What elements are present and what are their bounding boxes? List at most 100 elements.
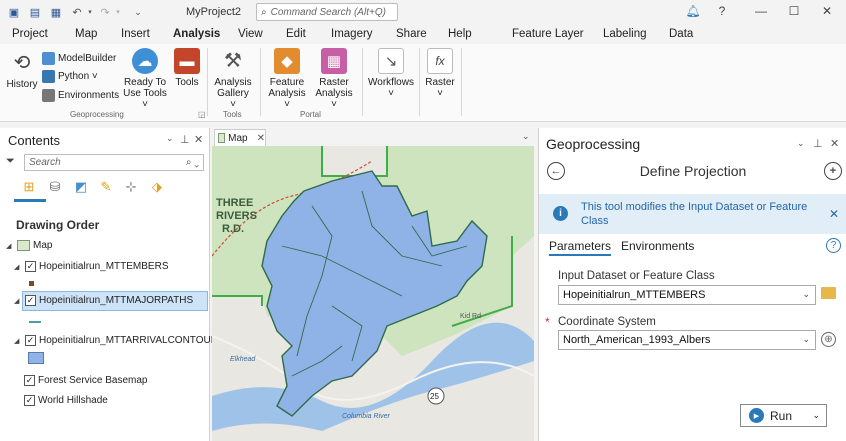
list-by-snapping-icon[interactable]: ⊹: [122, 179, 140, 195]
modelbuilder-button[interactable]: ModelBuilder: [42, 52, 116, 65]
close-tab-icon[interactable]: ✕: [257, 133, 265, 144]
open-project-icon[interactable]: ▤: [27, 4, 43, 20]
visibility-checkbox[interactable]: ✓: [24, 375, 35, 386]
collapse-icon[interactable]: ◢: [14, 263, 22, 271]
close-pane-icon[interactable]: ✕: [830, 137, 839, 150]
layer-item[interactable]: ✓ Forest Service Basemap: [24, 375, 148, 386]
notification-icon[interactable]: 🔔︎: [683, 4, 703, 18]
list-by-data-source-icon[interactable]: ⛁: [46, 179, 64, 195]
layer-item[interactable]: ◢ ✓ Hopeinitialrun_MTTARRIVALCONTOUR: [14, 335, 218, 346]
python-button[interactable]: Python ˅: [42, 70, 98, 83]
area-label: RIVERS: [216, 210, 257, 222]
tab-map[interactable]: Map: [75, 28, 97, 40]
map-label: Map: [33, 240, 53, 251]
python-icon: [42, 70, 55, 83]
layer-item[interactable]: ◢ ✓ Hopeinitialrun_MTTEMBERS: [14, 261, 169, 272]
chevron-down-icon[interactable]: ⌄: [802, 289, 810, 300]
list-by-labeling-icon[interactable]: ⬗: [148, 179, 166, 195]
tab-data[interactable]: Data: [669, 28, 693, 40]
dismiss-info-icon[interactable]: ✕: [829, 207, 839, 221]
minimize-button[interactable]: —: [751, 4, 771, 18]
list-by-editing-icon[interactable]: ✎: [97, 179, 115, 195]
tools-button[interactable]: ▬ Tools: [172, 48, 202, 88]
folder-icon[interactable]: [821, 287, 836, 299]
raster-analysis-icon: ▦: [321, 48, 347, 74]
tab-labeling[interactable]: Labeling: [603, 28, 646, 40]
feature-analysis-label-1: Feature: [269, 77, 305, 88]
run-button[interactable]: ▶ Run ⌄: [740, 404, 827, 427]
ready-to-use-tools-button[interactable]: ☁ Ready To Use Tools ˅: [120, 48, 170, 110]
help-icon[interactable]: ?: [712, 4, 732, 18]
map-icon: [218, 133, 226, 143]
maximize-button[interactable]: ☐: [784, 4, 804, 18]
analysis-gallery-button[interactable]: ⚒ Analysis Gallery ˅: [213, 48, 253, 111]
pin-icon[interactable]: ⊥: [813, 137, 823, 150]
modelbuilder-label: ModelBuilder: [58, 53, 117, 64]
list-by-selection-icon[interactable]: ◩: [72, 179, 90, 195]
close-pane-icon[interactable]: ✕: [194, 133, 203, 146]
tab-project[interactable]: Project: [12, 28, 48, 40]
environments-button[interactable]: Environments: [42, 89, 119, 102]
collapse-icon[interactable]: ◢: [14, 297, 22, 305]
visibility-checkbox[interactable]: ✓: [25, 295, 36, 306]
feature-analysis-button[interactable]: ◆ Feature Analysis ˅: [265, 48, 309, 110]
tab-view[interactable]: View: [238, 28, 263, 40]
list-by-drawing-order-icon[interactable]: ⊞: [20, 179, 38, 195]
globe-icon[interactable]: ⊕: [821, 332, 836, 347]
help-icon[interactable]: ?: [826, 238, 841, 253]
layer-item[interactable]: ✓ World Hillshade: [24, 395, 108, 406]
collapse-icon[interactable]: ◢: [6, 242, 14, 250]
save-icon[interactable]: ▦: [48, 4, 64, 20]
visibility-checkbox[interactable]: ✓: [24, 395, 35, 406]
tab-imagery[interactable]: Imagery: [331, 28, 373, 40]
tab-help[interactable]: Help: [448, 28, 472, 40]
pane-options-icon[interactable]: ⌄: [166, 133, 174, 144]
tab-edit[interactable]: Edit: [286, 28, 306, 40]
customize-toolbar-icon[interactable]: ⌄: [130, 4, 146, 20]
add-button[interactable]: +: [824, 162, 842, 180]
raster-analysis-button[interactable]: ▦ Raster Analysis ˅: [312, 48, 356, 110]
workflows-button[interactable]: ↘ Workflows ˅: [366, 48, 416, 99]
input-dataset-field[interactable]: Hopeinitialrun_MTTEMBERS ⌄: [558, 285, 816, 305]
chevron-down-icon[interactable]: ⌄: [812, 410, 820, 421]
chevron-down-icon[interactable]: ⌄: [802, 334, 810, 345]
map-canvas[interactable]: THREE RIVERS R.D. Kid Rd Columbia River …: [212, 146, 534, 441]
cloud-icon: ☁: [132, 48, 158, 74]
tab-list-icon[interactable]: ⌄: [522, 131, 530, 142]
filter-icon[interactable]: ⏷: [6, 155, 15, 168]
tab-share[interactable]: Share: [396, 28, 427, 40]
info-icon: i: [553, 206, 568, 221]
dialog-launcher-icon[interactable]: ◲: [198, 110, 206, 119]
contents-search-input[interactable]: Search ⌕ ⌄: [24, 154, 204, 171]
close-window-button[interactable]: ✕: [817, 4, 837, 18]
new-project-icon[interactable]: ▣: [6, 4, 22, 20]
contents-title: Contents: [8, 133, 61, 148]
analysis-gallery-label-2: Gallery ˅: [217, 88, 249, 110]
visibility-checkbox[interactable]: ✓: [25, 335, 36, 346]
geoprocessing-pane: Geoprocessing ⌄ ⊥ ✕ ← Define Projection …: [538, 128, 846, 441]
tab-environments[interactable]: Environments: [621, 239, 694, 253]
redo-dropdown-icon[interactable]: ▾: [110, 4, 126, 20]
contents-pane: Contents ⌄ ⊥ ✕ ⏷ Search ⌕ ⌄ ⊞ ⛁ ◩ ✎ ⊹ ⬗ …: [0, 128, 218, 441]
collapse-icon[interactable]: ◢: [14, 337, 22, 345]
ready-to-use-label-2: Use Tools ˅: [123, 88, 167, 110]
divider: [419, 48, 420, 116]
tab-parameters[interactable]: Parameters: [549, 239, 612, 256]
map-node[interactable]: ◢ Map: [6, 240, 52, 251]
tab-feature-layer[interactable]: Feature Layer: [512, 28, 584, 40]
play-icon: ▶: [749, 408, 764, 423]
undo-dropdown-icon[interactable]: ▾: [82, 4, 98, 20]
map-tab[interactable]: Map ✕: [214, 129, 266, 146]
layer-item[interactable]: ◢ ✓ Hopeinitialrun_MTTMAJORPATHS: [14, 295, 193, 306]
coordinate-system-field[interactable]: North_American_1993_Albers ⌄: [558, 330, 816, 350]
polygon-symbol: [28, 352, 44, 364]
command-search-input[interactable]: ⌕ Command Search (Alt+Q): [256, 3, 398, 21]
history-button[interactable]: ⟲ History: [6, 50, 38, 91]
raster-button[interactable]: fx Raster ˅: [423, 48, 457, 99]
pane-options-icon[interactable]: ⌄: [797, 138, 805, 149]
tab-analysis[interactable]: Analysis: [173, 28, 221, 47]
feature-analysis-icon: ◆: [274, 48, 300, 74]
visibility-checkbox[interactable]: ✓: [25, 261, 36, 272]
tab-insert[interactable]: Insert: [121, 28, 150, 40]
pin-icon[interactable]: ⊥: [180, 133, 190, 146]
